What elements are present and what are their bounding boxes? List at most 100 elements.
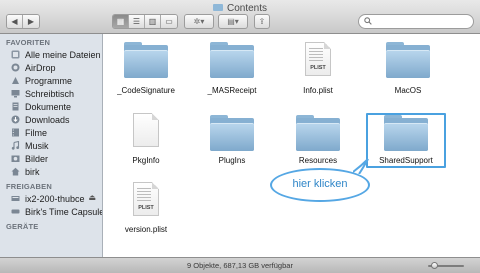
sidebar-item-label: Birk's Time Capsule	[25, 206, 102, 217]
back-button[interactable]: ◀	[7, 15, 23, 28]
arrange-icon: ▤▾	[227, 17, 239, 26]
folder-icon	[124, 42, 168, 78]
arrange-menu-button[interactable]: ▤▾	[218, 14, 248, 29]
sidebar-item-musik[interactable]: Musik	[0, 139, 102, 152]
status-bar: 9 Objekte, 687,13 GB verfügbar	[0, 257, 480, 273]
downloads-icon	[10, 115, 20, 124]
file-item-label: Info.plist	[303, 86, 333, 95]
file-item-macos[interactable]: MacOS	[366, 42, 450, 98]
file-item-version-plist[interactable]: PLIST version.plist	[104, 182, 188, 238]
sidebar-item-label: Musik	[25, 140, 49, 151]
finder-window: Contents ◀ ▶ ▦ ☰ ▥ ▭ ✲▾ ▤▾ ⇪ FAVORITEN A…	[0, 0, 480, 273]
folder-icon	[386, 42, 430, 78]
sidebar-item-dokumente[interactable]: Dokumente	[0, 100, 102, 113]
sidebar-section-favorites: FAVORITEN	[6, 38, 51, 47]
file-item-plugins[interactable]: PlugIns	[190, 115, 274, 171]
sidebar-item-label: Programme	[25, 75, 73, 86]
sidebar-item-label: Alle meine Dateien	[25, 49, 101, 60]
file-item-label: version.plist	[124, 225, 168, 234]
documents-icon	[10, 102, 20, 111]
sidebar-item-downloads[interactable]: Downloads	[0, 113, 102, 126]
sidebar-item-time-capsule[interactable]: Birk's Time Capsule	[0, 205, 102, 218]
search-icon	[364, 17, 372, 25]
airdrop-icon	[10, 63, 20, 72]
music-icon	[10, 141, 20, 150]
sidebar-item-label: Schreibtisch	[25, 88, 75, 99]
sidebar: FAVORITEN Alle meine Dateien AirDrop Pro…	[0, 34, 103, 257]
back-forward-buttons: ◀ ▶	[6, 14, 40, 29]
file-item-masreceipt[interactable]: _MASReceipt	[190, 42, 274, 98]
file-item-label: PlugIns	[218, 156, 246, 165]
plist-file-icon: PLIST	[133, 182, 159, 216]
sidebar-item-label: Filme	[25, 127, 47, 138]
sidebar-section-devices: GERÄTE	[6, 222, 39, 231]
file-item-sharedsupport[interactable]: SharedSupport	[364, 115, 448, 171]
sidebar-item-label: birk	[25, 166, 40, 177]
icon-view-button[interactable]: ▦	[113, 15, 129, 28]
desktop-icon	[10, 89, 20, 98]
file-item-codesignature[interactable]: _CodeSignature	[104, 42, 188, 98]
action-menu-button[interactable]: ✲▾	[184, 14, 214, 29]
gear-icon: ✲▾	[193, 17, 205, 26]
toolbar: Contents ◀ ▶ ▦ ☰ ▥ ▭ ✲▾ ▤▾ ⇪	[0, 0, 480, 34]
share-button[interactable]: ⇪	[254, 14, 270, 29]
chevron-left-icon: ◀	[11, 17, 18, 26]
annotation-text: hier klicken	[292, 178, 348, 190]
file-item-label: SharedSupport	[379, 156, 433, 165]
sidebar-item-filme[interactable]: Filme	[0, 126, 102, 139]
view-mode-switcher: ▦ ☰ ▥ ▭	[112, 14, 178, 29]
sidebar-item-home[interactable]: birk	[0, 165, 102, 178]
folder-icon	[212, 4, 223, 11]
file-item-label: MacOS	[394, 86, 422, 95]
column-view-button[interactable]: ▥	[145, 15, 161, 28]
plist-badge: PLIST	[138, 205, 154, 211]
folder-icon	[210, 42, 254, 78]
sidebar-item-airdrop[interactable]: AirDrop	[0, 61, 102, 74]
share-icon: ⇪	[258, 17, 266, 26]
sidebar-item-all-files[interactable]: Alle meine Dateien	[0, 48, 102, 61]
plist-badge: PLIST	[310, 65, 326, 71]
window-title-text: Contents	[226, 3, 268, 14]
sidebar-item-label: Downloads	[25, 114, 70, 125]
file-item-label: _MASReceipt	[207, 86, 257, 95]
file-grid: _CodeSignature _MASReceipt PLIST Info.pl…	[104, 35, 480, 257]
zoom-slider-knob[interactable]	[430, 262, 438, 269]
sidebar-item-label: Bilder	[25, 153, 49, 164]
zoom-slider[interactable]	[428, 262, 464, 269]
list-view-icon: ☰	[132, 17, 141, 26]
file-item-label: _CodeSignature	[117, 86, 175, 95]
pictures-icon	[10, 154, 20, 163]
search-field[interactable]	[358, 14, 474, 29]
time-capsule-icon	[10, 207, 20, 216]
column-view-icon: ▥	[148, 17, 157, 26]
file-item-resources[interactable]: Resources	[276, 115, 360, 171]
list-view-button[interactable]: ☰	[129, 15, 145, 28]
sidebar-item-label: AirDrop	[25, 62, 56, 73]
speech-bubble-tail	[353, 158, 369, 174]
sidebar-item-programme[interactable]: Programme	[0, 74, 102, 87]
sidebar-section-shared: FREIGABEN	[6, 182, 52, 191]
sidebar-item-bilder[interactable]: Bilder	[0, 152, 102, 165]
forward-button[interactable]: ▶	[23, 15, 39, 28]
folder-icon	[210, 115, 254, 151]
cover-flow-icon: ▭	[165, 17, 173, 26]
icon-view-icon: ▦	[116, 17, 125, 26]
movies-icon	[10, 128, 20, 137]
applications-icon	[10, 76, 20, 85]
sidebar-item-label: Dokumente	[25, 101, 72, 112]
eject-icon[interactable]: ⏏	[88, 193, 96, 202]
generic-file-icon	[133, 113, 159, 147]
sidebar-item-label: ix2-200-thubce	[25, 193, 85, 204]
status-text: 9 Objekte, 687,13 GB verfügbar	[187, 261, 293, 270]
file-item-info-plist[interactable]: PLIST Info.plist	[276, 42, 360, 98]
window-title: Contents	[0, 3, 480, 14]
cover-flow-button[interactable]: ▭	[161, 15, 177, 28]
sidebar-item-ix2-200[interactable]: ix2-200-thubce ⏏	[0, 192, 102, 205]
folder-icon	[296, 115, 340, 151]
file-item-pkginfo[interactable]: PkgInfo	[104, 113, 188, 169]
all-files-icon	[10, 50, 20, 59]
folder-icon	[384, 115, 428, 151]
file-item-label: PkgInfo	[132, 156, 160, 165]
chevron-right-icon: ▶	[27, 17, 35, 26]
sidebar-item-schreibtisch[interactable]: Schreibtisch	[0, 87, 102, 100]
